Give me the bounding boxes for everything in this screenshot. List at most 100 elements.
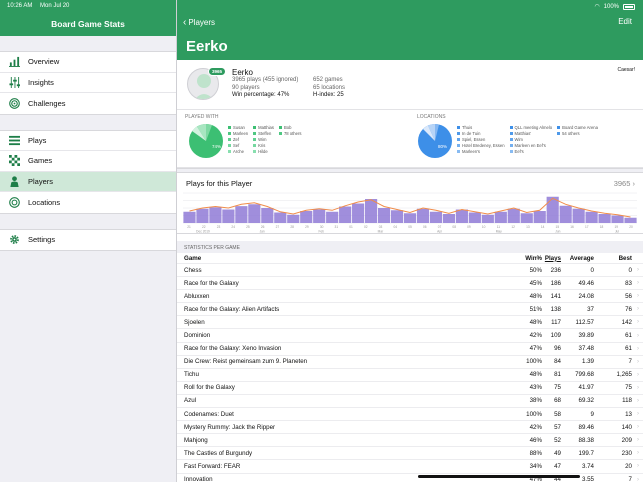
chevron-left-icon: ‹ xyxy=(183,17,187,28)
table-row[interactable]: Azul 38% 68 69.32 118 › xyxy=(177,395,643,409)
sidebar-item-games[interactable]: Games xyxy=(0,151,176,172)
cell-win: 48% xyxy=(529,371,542,379)
cell-average: 24.08 xyxy=(578,292,594,300)
chart-period-label: Jan xyxy=(260,230,265,234)
locations-legend: Thuis In de Tuin Spiel, Essen Hotel Bredene… xyxy=(457,125,598,154)
sidebar-item-settings[interactable]: Settings xyxy=(0,230,176,251)
table-body: Chess 50% 236 0 0 › Race for the Galaxy 45% 186 4… xyxy=(177,264,643,482)
chart-bar xyxy=(429,211,443,223)
cell-game: Race for the Galaxy: Alien Artifacts xyxy=(184,305,280,313)
cell-best: 76 xyxy=(625,305,632,313)
chart-tick-label: 11 xyxy=(497,225,501,229)
table-row[interactable]: The Castles of Burgundy 88% 49 199.7 230 › xyxy=(177,447,643,461)
table-row[interactable]: Codenames: Duet 100% 58 9 13 › xyxy=(177,408,643,422)
cell-game: Mystery Rummy: Jack the Ripper xyxy=(184,423,276,431)
legend-label: Hotel Bredeney, Essen xyxy=(462,142,505,148)
legend-item: Arche xyxy=(228,148,248,154)
battery-percent: 100% xyxy=(603,3,619,10)
table-row[interactable]: Chess 50% 236 0 0 › xyxy=(177,264,643,278)
cell-win: 34% xyxy=(529,462,542,470)
legend-label: 78 others xyxy=(283,131,302,137)
chart-tick-label: 13 xyxy=(526,225,530,229)
table-row[interactable]: Sjoelen 48% 117 112.57 142 › xyxy=(177,316,643,330)
edit-button[interactable]: Edit xyxy=(618,17,632,26)
cell-plays: 52 xyxy=(554,436,561,444)
chart-tick-label: 22 xyxy=(202,225,206,229)
table-row[interactable]: Dominion 42% 109 39.89 61 › xyxy=(177,329,643,343)
table-row[interactable]: Mystery Rummy: Jack the Ripper 42% 57 89.46… xyxy=(177,421,643,435)
plays-section-title: Plays for this Player xyxy=(186,179,253,188)
cell-game: Mahjong xyxy=(184,436,208,444)
sidebar-item-insights[interactable]: Insights xyxy=(0,73,176,93)
plays-for-player[interactable]: Plays for this Player 3965 › 21 22 23 24 25 2… xyxy=(177,173,643,234)
sidebar-item-plays[interactable]: Plays xyxy=(0,131,176,151)
table-row[interactable]: Race for the Galaxy: Xeno Invasion 47% 96 3… xyxy=(177,343,643,356)
chart-period-label: Mar xyxy=(378,230,384,234)
chart-tick-label: 23 xyxy=(217,225,221,229)
chart-tick-label: 01 xyxy=(349,225,353,229)
table-row[interactable]: Die Crew: Reist gemeinsam zum 9. Planete… xyxy=(177,356,643,369)
sidebar-item-players[interactable]: Players xyxy=(0,171,176,192)
legend-item: 78 others xyxy=(278,131,302,137)
legend-label: Thuis xyxy=(462,125,473,131)
cell-win: 48% xyxy=(529,292,542,300)
back-label: Players xyxy=(188,18,216,27)
chart-period-label: Dec 2019 xyxy=(196,230,210,234)
sidebar-item-challenges[interactable]: Challenges xyxy=(0,93,176,114)
sidebar-group-data: Plays Games Players Locations xyxy=(0,129,176,214)
chart-tick-label: 07 xyxy=(438,225,442,229)
legend-label: Hilde xyxy=(258,148,268,154)
chart-bar xyxy=(326,211,339,223)
legend-swatch xyxy=(228,143,231,147)
chevron-right-icon: › xyxy=(637,293,639,300)
cell-best: 230 xyxy=(621,449,632,457)
chart-tick-label: 29 xyxy=(305,225,309,229)
chevron-right-icon: › xyxy=(637,476,639,482)
cell-average: 69.32 xyxy=(578,397,594,405)
legend-label: Spiel, Essen xyxy=(462,136,486,142)
cell-plays: 68 xyxy=(554,397,561,405)
sidebar-item-locations[interactable]: Locations xyxy=(0,192,176,213)
profile-stats-left: 3965 plays (455 ignored) 90 players Win … xyxy=(232,77,298,100)
cell-game: Roll for the Galaxy xyxy=(184,384,235,392)
legend-swatch xyxy=(228,137,231,141)
cell-game: Tichu xyxy=(184,371,199,379)
legend-label: 54 others xyxy=(562,131,580,137)
table-row[interactable]: Race for the Galaxy 45% 186 49.46 83 › xyxy=(177,277,643,291)
col-average[interactable]: Average xyxy=(561,255,594,262)
back-button[interactable]: ‹ Players xyxy=(183,17,215,28)
sidebar-item-overview[interactable]: Overview xyxy=(0,52,176,73)
col-plays[interactable]: Plays xyxy=(542,255,561,262)
cell-best: 7 xyxy=(628,476,632,482)
table-row[interactable]: Mahjong 46% 52 88.38 209 › xyxy=(177,434,643,448)
cell-plays: 84 xyxy=(554,358,561,366)
target-icon xyxy=(9,97,20,109)
chart-tick-label: 19 xyxy=(614,225,618,229)
plays-badge: 3965 xyxy=(208,67,227,76)
table-row[interactable]: Abluxxen 48% 141 24.08 56 › xyxy=(177,290,643,304)
status-time: 10:26 AM xyxy=(7,3,33,9)
cell-best: 209 xyxy=(621,436,632,444)
table-row[interactable]: Fast Forward: FEAR 34% 47 3.74 20 › xyxy=(177,460,643,474)
plays-section-count: 3965 › xyxy=(614,179,635,188)
table-row[interactable]: Roll for the Galaxy 43% 75 41.97 75 › xyxy=(177,382,643,395)
table-row[interactable]: Tichu 48% 81 799.68 1,265 › xyxy=(177,369,643,382)
chart-tick-label: 12 xyxy=(511,225,515,229)
cell-game: Race for the Galaxy: Xeno Invasion xyxy=(184,345,282,353)
chart-tick-label: 15 xyxy=(556,225,560,229)
chevron-right-icon: › xyxy=(637,411,639,418)
chart-tick-label: 06 xyxy=(423,225,427,229)
sidebar-item-label: Settings xyxy=(28,235,56,245)
status-bar-right: ◠ 100% xyxy=(594,3,635,10)
table-row[interactable]: Race for the Galaxy: Alien Artifacts 51% 1… xyxy=(177,303,643,317)
locations-pie[interactable]: 80% xyxy=(417,123,453,159)
legend-swatch xyxy=(228,132,231,136)
legend-swatch xyxy=(557,126,561,130)
list-icon xyxy=(9,135,20,146)
cell-game: The Castles of Burgundy xyxy=(184,449,253,457)
col-best[interactable]: Best xyxy=(594,255,632,262)
sidebar-item-label: Challenges xyxy=(28,98,66,108)
played-with-pie[interactable]: 74% xyxy=(188,123,224,159)
col-win[interactable]: Win% xyxy=(497,255,542,262)
cell-win: 100% xyxy=(526,410,542,418)
